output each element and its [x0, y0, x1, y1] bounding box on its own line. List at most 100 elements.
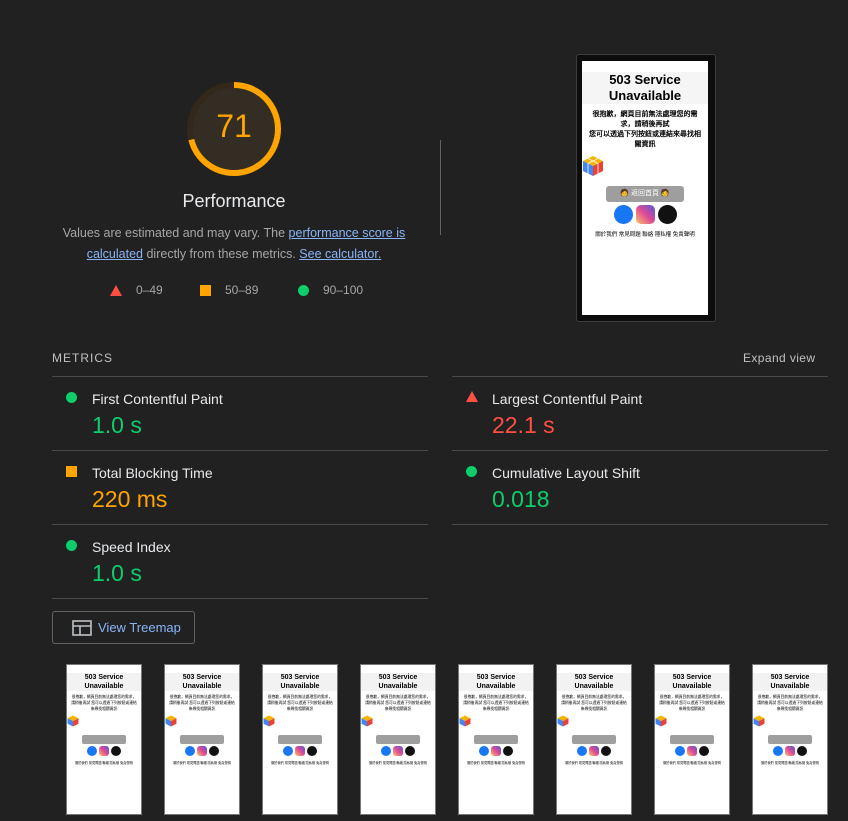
- github-icon: [503, 746, 513, 756]
- frame-social-icons: [753, 746, 827, 756]
- frame-button: [474, 735, 518, 744]
- metric-largest-contentful-paint: Largest Contentful Paint 22.1 s: [452, 377, 828, 451]
- facebook-icon: [577, 746, 587, 756]
- frame-text: 很抱歉，網頁目前無法處理您的需求，請稍後再試 您可以透過下列按鈕或連結來尋找相關…: [463, 695, 529, 711]
- github-icon: [111, 746, 121, 756]
- frame-footer: 關於我們 常見問題 聯絡 隱私權 免責聲明: [173, 761, 231, 765]
- github-icon: [405, 746, 415, 756]
- filmstrip-frame: 503 Service Unavailable 很抱歉，網頁目前無法處理您的需求，…: [752, 664, 828, 815]
- filmstrip-frame: 503 Service Unavailable 很抱歉，網頁目前無法處理您的需求，…: [458, 664, 534, 815]
- instagram-icon: [491, 746, 501, 756]
- performance-score: 71: [216, 108, 252, 144]
- frame-button: [768, 735, 812, 744]
- facebook-icon: [283, 746, 293, 756]
- facebook-icon: [479, 746, 489, 756]
- divider: [52, 598, 428, 599]
- frame-social-icons: [655, 746, 729, 756]
- instagram-icon: [785, 746, 795, 756]
- facebook-icon: [185, 746, 195, 756]
- metric-speed-index: Speed Index 1.0 s: [52, 525, 428, 599]
- frame-title: 503 Service Unavailable: [459, 673, 533, 691]
- preview-footer: 關於我們 常見問題 聯絡 隱私權 免責聲明: [595, 232, 695, 238]
- average-square-icon: [66, 466, 77, 477]
- view-treemap-button[interactable]: View Treemap: [52, 611, 195, 644]
- facebook-icon: [381, 746, 391, 756]
- cube-logo-icon: [557, 715, 569, 727]
- final-screenshot[interactable]: 503 Service Unavailable 很抱歉，網頁目前無法處理您的需求…: [576, 54, 716, 322]
- frame-title: 503 Service Unavailable: [165, 673, 239, 691]
- instagram-icon: [635, 205, 655, 224]
- vertical-divider: [440, 140, 441, 235]
- facebook-icon: [87, 746, 97, 756]
- frame-title: 503 Service Unavailable: [655, 673, 729, 691]
- cube-logo-icon: [583, 156, 603, 176]
- frame-footer: 關於我們 常見問題 聯絡 隱私權 免責聲明: [369, 761, 427, 765]
- filmstrip-frame: 503 Service Unavailable 很抱歉，網頁目前無法處理您的需求，…: [262, 664, 338, 815]
- cube-logo-icon: [165, 715, 177, 727]
- instagram-icon: [99, 746, 109, 756]
- preview-title: 503 Service Unavailable: [582, 72, 708, 104]
- frame-social-icons: [361, 746, 435, 756]
- frame-social-icons: [67, 746, 141, 756]
- frame-footer: 關於我們 常見問題 聯絡 隱私權 免責聲明: [761, 761, 819, 765]
- facebook-icon: [675, 746, 685, 756]
- metric-first-contentful-paint: First Contentful Paint 1.0 s: [52, 377, 428, 451]
- github-icon: [699, 746, 709, 756]
- frame-title: 503 Service Unavailable: [67, 673, 141, 691]
- cube-logo-icon: [263, 715, 275, 727]
- frame-button: [376, 735, 420, 744]
- frame-text: 很抱歉，網頁目前無法處理您的需求，請稍後再試 您可以透過下列按鈕或連結來尋找相關…: [71, 695, 137, 711]
- see-calculator-link[interactable]: See calculator.: [299, 247, 381, 261]
- frame-footer: 關於我們 常見問題 聯絡 隱私權 免責聲明: [663, 761, 721, 765]
- frame-text: 很抱歉，網頁目前無法處理您的需求，請稍後再試 您可以透過下列按鈕或連結來尋找相關…: [365, 695, 431, 711]
- instagram-icon: [687, 746, 697, 756]
- facebook-icon: [773, 746, 783, 756]
- pass-circle-icon: [66, 392, 77, 403]
- github-icon: [657, 205, 677, 224]
- divider: [452, 524, 828, 525]
- frame-footer: 關於我們 常見問題 聯絡 隱私權 免責聲明: [271, 761, 329, 765]
- frame-text: 很抱歉，網頁目前無法處理您的需求，請稍後再試 您可以透過下列按鈕或連結來尋找相關…: [561, 695, 627, 711]
- average-square-icon: [200, 284, 211, 296]
- cube-logo-icon: [361, 715, 373, 727]
- frame-title: 503 Service Unavailable: [263, 673, 337, 691]
- metric-total-blocking-time: Total Blocking Time 220 ms: [52, 451, 428, 525]
- github-icon: [797, 746, 807, 756]
- cube-logo-icon: [753, 715, 765, 727]
- frame-text: 很抱歉，網頁目前無法處理您的需求，請稍後再試 您可以透過下列按鈕或連結來尋找相關…: [169, 695, 235, 711]
- filmstrip-frame: 503 Service Unavailable 很抱歉，網頁目前無法處理您的需求，…: [164, 664, 240, 815]
- screenshot-page: 503 Service Unavailable 很抱歉，網頁目前無法處理您的需求…: [582, 61, 708, 315]
- instagram-icon: [589, 746, 599, 756]
- score-description: Values are estimated and may vary. The p…: [62, 226, 406, 261]
- performance-label: Performance: [182, 191, 286, 211]
- frame-text: 很抱歉，網頁目前無法處理您的需求，請稍後再試 您可以透過下列按鈕或連結來尋找相關…: [659, 695, 725, 711]
- cube-logo-icon: [67, 715, 79, 727]
- treemap-icon: [72, 619, 92, 636]
- frame-button: [180, 735, 224, 744]
- cube-logo-icon: [459, 715, 471, 727]
- filmstrip-frame: 503 Service Unavailable 很抱歉，網頁目前無法處理您的需求，…: [360, 664, 436, 815]
- github-icon: [307, 746, 317, 756]
- frame-social-icons: [165, 746, 239, 756]
- preview-home-button: 🧑 返回首頁 🧑: [606, 186, 684, 202]
- github-icon: [601, 746, 611, 756]
- instagram-icon: [393, 746, 403, 756]
- frame-footer: 關於我們 常見問題 聯絡 隱私權 免責聲明: [467, 761, 525, 765]
- filmstrip-frame: 503 Service Unavailable 很抱歉，網頁目前無法處理您的需求，…: [654, 664, 730, 815]
- frame-social-icons: [557, 746, 631, 756]
- preview-text: 很抱歉，網頁目前無法處理您的需求，請稍後再試 您可以透過下列按鈕或連結來尋找相關…: [589, 111, 701, 148]
- frame-social-icons: [459, 746, 533, 756]
- frame-button: [670, 735, 714, 744]
- legend-pass: 90–100: [298, 283, 363, 297]
- filmstrip-frame: 503 Service Unavailable 很抱歉，網頁目前無法處理您的需求，…: [556, 664, 632, 815]
- legend-average: 50–89: [200, 283, 258, 297]
- cube-logo-icon: [655, 715, 667, 727]
- filmstrip-frame: 503 Service Unavailable 很抱歉，網頁目前無法處理您的需求，…: [66, 664, 142, 815]
- expand-view-toggle[interactable]: Expand view: [743, 351, 815, 365]
- frame-social-icons: [263, 746, 337, 756]
- facebook-icon: [613, 205, 633, 224]
- frame-footer: 關於我們 常見問題 聯絡 隱私權 免責聲明: [75, 761, 133, 765]
- pass-circle-icon: [66, 540, 77, 551]
- frame-text: 很抱歉，網頁目前無法處理您的需求，請稍後再試 您可以透過下列按鈕或連結來尋找相關…: [267, 695, 333, 711]
- fail-triangle-icon: [110, 284, 122, 296]
